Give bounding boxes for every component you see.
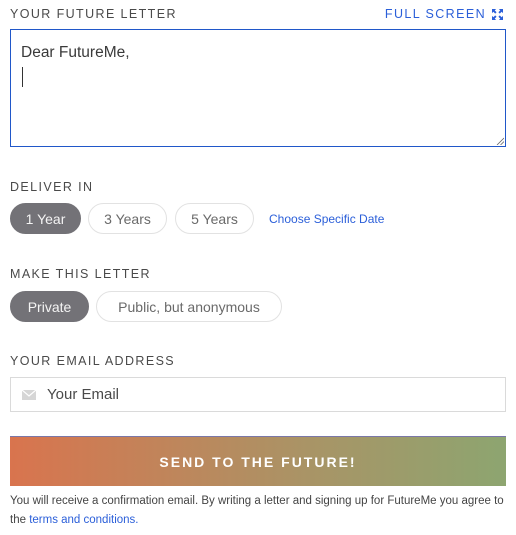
terms-and-conditions-link[interactable]: terms and conditions. — [29, 514, 138, 526]
resize-handle-icon[interactable] — [496, 137, 504, 145]
deliver-label: DELIVER IN — [10, 180, 94, 194]
expand-arrows-icon — [492, 8, 503, 20]
text-caret — [22, 67, 23, 87]
deliver-option-1-year[interactable]: 1 Year — [10, 203, 81, 234]
send-to-future-button[interactable]: SEND TO THE FUTURE! — [10, 436, 506, 486]
confirmation-notice: You will receive a confirmation email. B… — [10, 492, 510, 529]
email-label: YOUR EMAIL ADDRESS — [10, 354, 176, 368]
privacy-label: MAKE THIS LETTER — [10, 267, 151, 281]
privacy-option-public-anonymous[interactable]: Public, but anonymous — [96, 291, 282, 322]
fullscreen-button[interactable]: FULL SCREEN — [385, 7, 503, 21]
deliver-option-5-years[interactable]: 5 Years — [175, 203, 254, 234]
choose-specific-date-link[interactable]: Choose Specific Date — [269, 212, 384, 226]
letter-textarea[interactable]: Dear FutureMe, — [10, 29, 506, 147]
letter-text: Dear FutureMe, — [21, 44, 130, 61]
deliver-option-3-years[interactable]: 3 Years — [88, 203, 167, 234]
email-field-container — [10, 377, 506, 412]
email-input[interactable] — [47, 378, 487, 411]
fullscreen-label: FULL SCREEN — [384, 7, 486, 21]
envelope-icon — [22, 390, 36, 400]
letter-label: YOUR FUTURE LETTER — [10, 7, 177, 21]
privacy-option-private[interactable]: Private — [10, 291, 89, 322]
